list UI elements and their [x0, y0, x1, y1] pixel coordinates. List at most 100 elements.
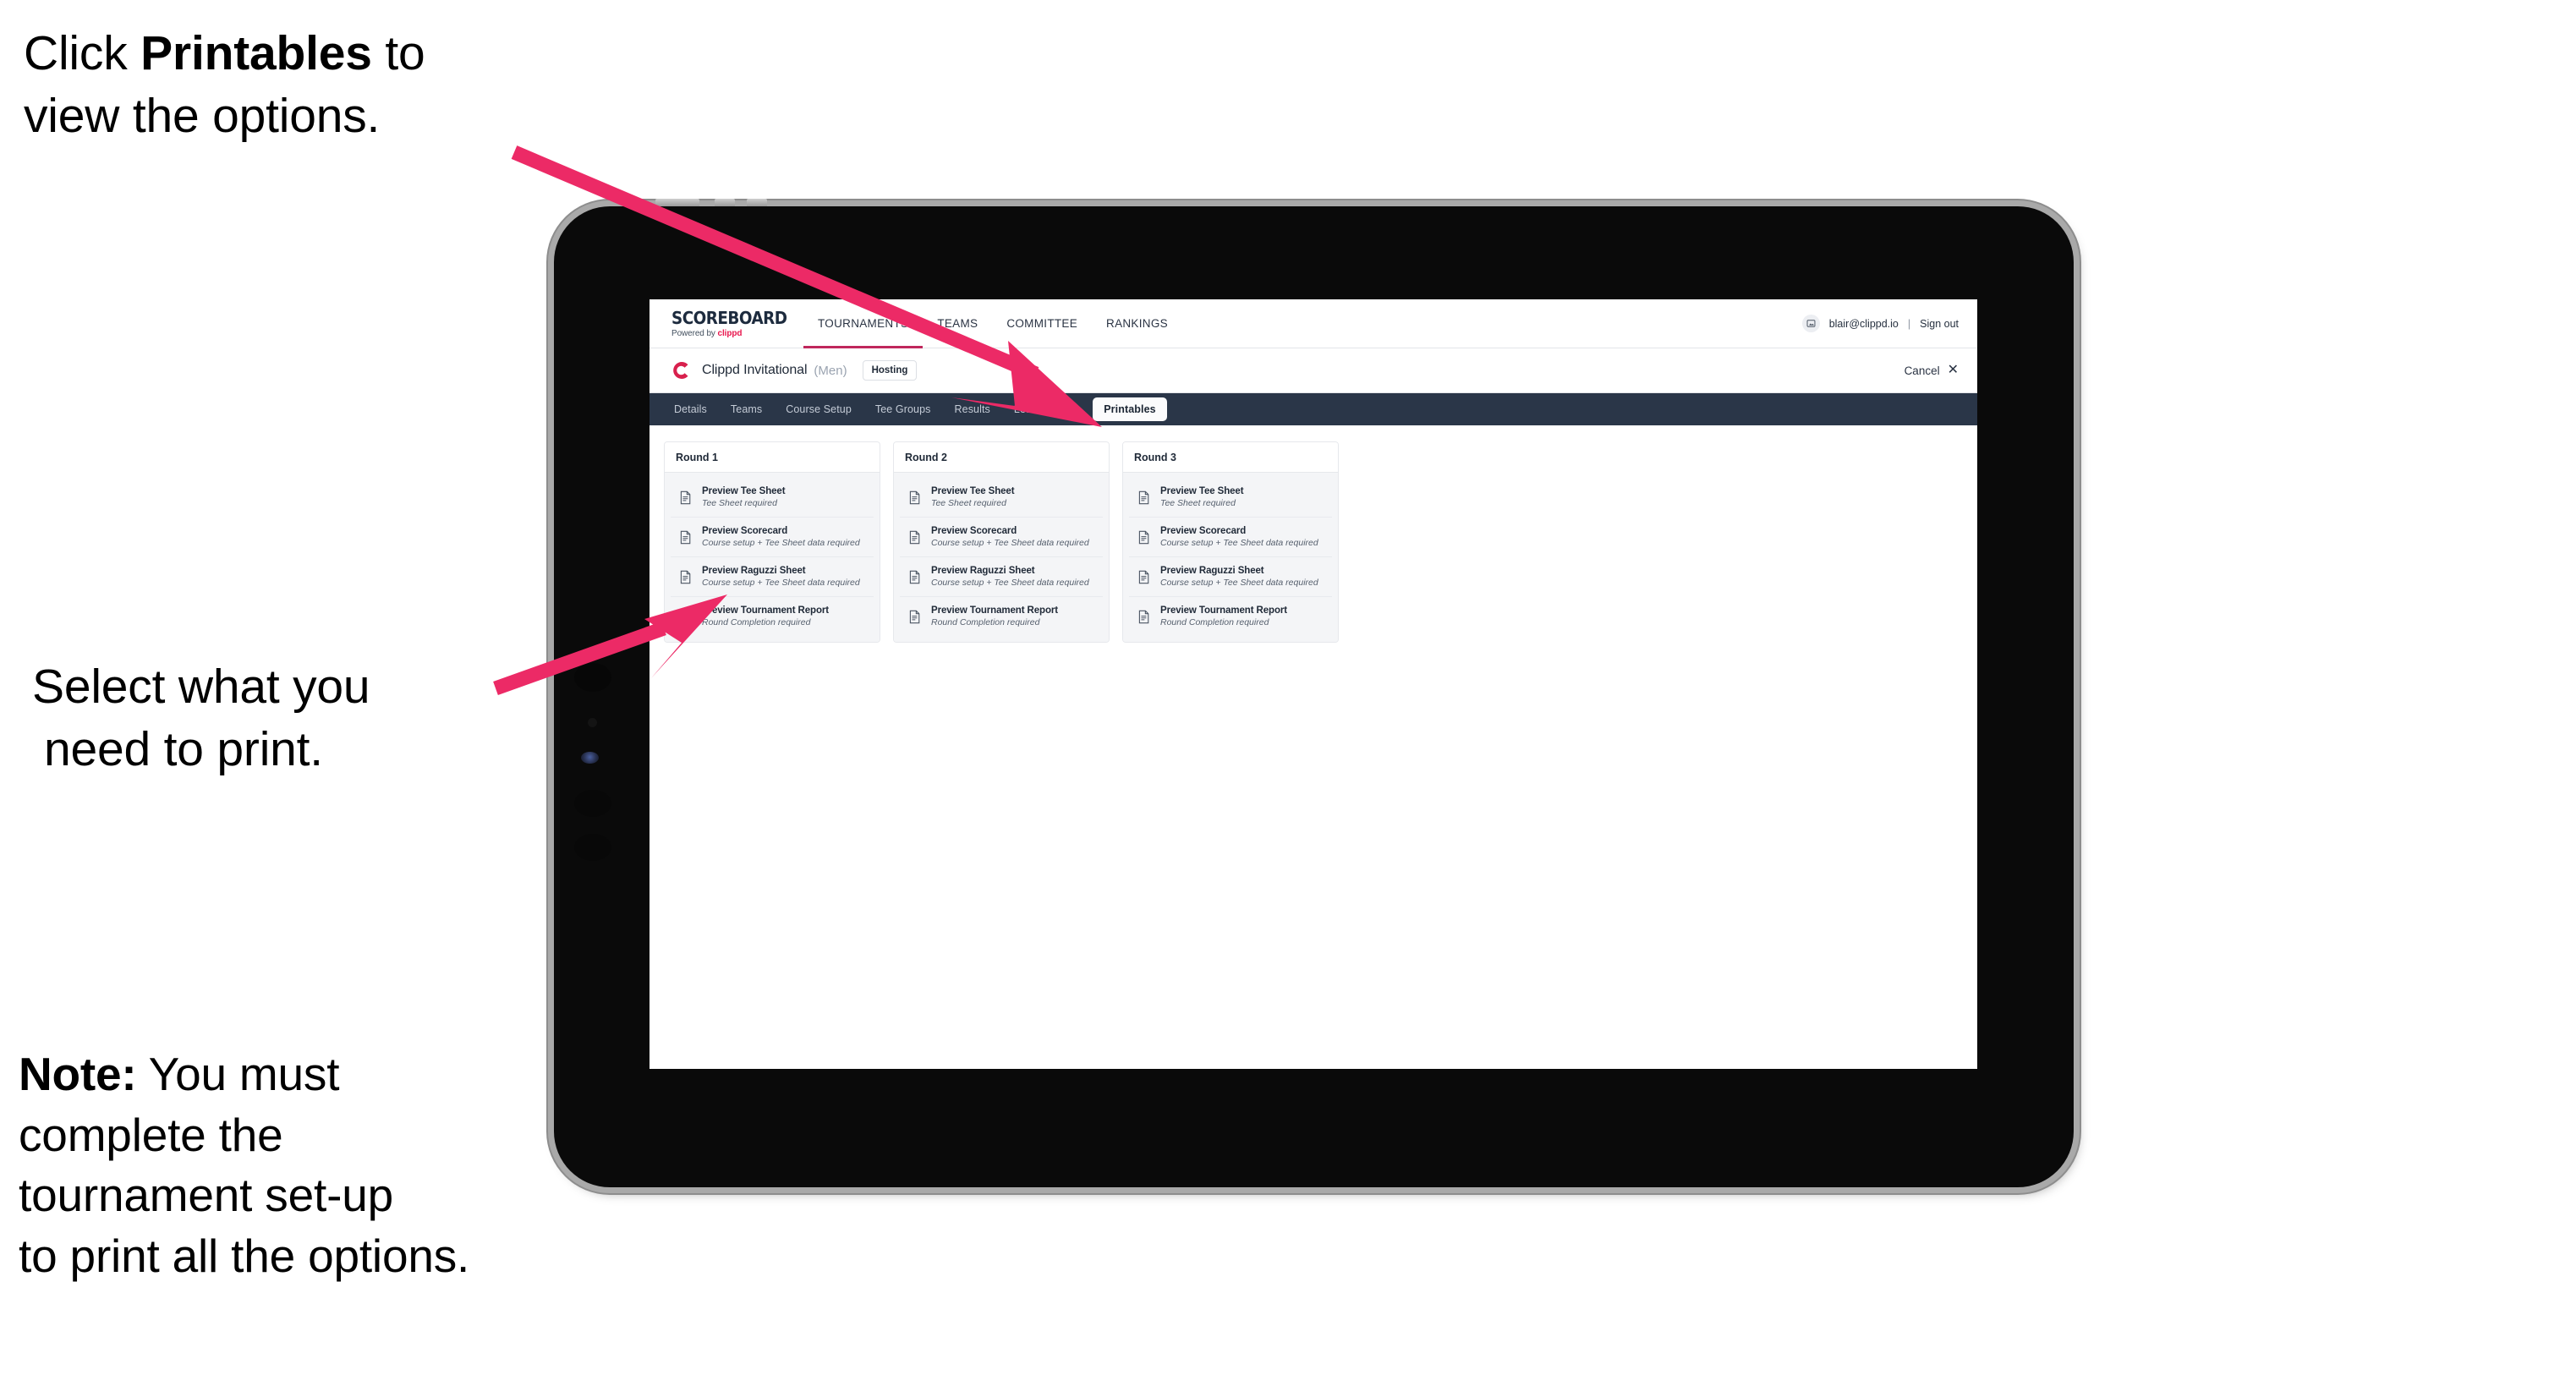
document-icon: [1137, 570, 1151, 584]
round-items: Preview Tee Sheet Tee Sheet required Pre…: [894, 473, 1109, 642]
printable-title: Preview Tee Sheet: [702, 486, 786, 496]
tab-results[interactable]: Results: [944, 397, 1001, 421]
tab-course-setup[interactable]: Course Setup: [775, 397, 863, 421]
printable-title: Preview Raguzzi Sheet: [1160, 566, 1264, 576]
printable-requirement: Course setup + Tee Sheet data required: [1160, 538, 1318, 548]
brand-title: SCOREBOARD: [671, 307, 787, 328]
account-separator: |: [1907, 317, 1911, 330]
callout-3-line2: complete the: [19, 1108, 283, 1161]
tablet-camera-icon: [574, 663, 611, 692]
document-icon: [1137, 490, 1151, 505]
section-tabs: Details Teams Course Setup Tee Groups Re…: [649, 393, 1977, 425]
document-icon: [907, 570, 922, 584]
tab-printables[interactable]: Printables: [1093, 397, 1167, 421]
printable-title: Preview Tournament Report: [702, 605, 830, 616]
callout-select-what-to-print: Select what you need to print.: [32, 655, 556, 781]
printable-item-scorecard[interactable]: Preview Scorecard Course setup + Tee She…: [1129, 518, 1332, 557]
printable-item-raguzzi-sheet[interactable]: Preview Raguzzi Sheet Course setup + Tee…: [900, 557, 1103, 597]
printable-title: Preview Tee Sheet: [1160, 486, 1244, 496]
app-header-bar: SCOREBOARD Powered by clippd TOURNAMENTS…: [649, 299, 1977, 348]
close-x-icon: ✕: [1947, 363, 1959, 377]
round-title: Round 2: [894, 442, 1109, 473]
document-icon: [678, 570, 693, 584]
clippd-c-logo-icon: [670, 359, 692, 381]
printable-item-tournament-report[interactable]: Preview Tournament Report Round Completi…: [1129, 597, 1332, 636]
printable-title: Preview Tee Sheet: [931, 486, 1015, 496]
callout-2-line2: need to print.: [44, 722, 323, 777]
cancel-label: Cancel: [1904, 364, 1940, 377]
nav-item-teams[interactable]: TEAMS: [923, 299, 992, 348]
document-icon: [678, 610, 693, 624]
printable-item-tee-sheet[interactable]: Preview Tee Sheet Tee Sheet required: [900, 478, 1103, 518]
printable-requirement: Tee Sheet required: [931, 498, 1006, 508]
nav-item-committee[interactable]: COMMITTEE: [992, 299, 1092, 348]
document-icon: [678, 530, 693, 545]
tab-teams[interactable]: Teams: [720, 397, 773, 421]
printable-requirement: Course setup + Tee Sheet data required: [931, 538, 1089, 548]
printable-item-tee-sheet[interactable]: Preview Tee Sheet Tee Sheet required: [1129, 478, 1332, 518]
printable-requirement: Course setup + Tee Sheet data required: [931, 578, 1089, 588]
powered-by-text: Powered by: [671, 328, 718, 338]
tablet-speaker-icon: [574, 790, 611, 817]
tablet-speaker-secondary-icon: [574, 834, 611, 861]
sign-out-link[interactable]: Sign out: [1920, 318, 1959, 330]
printable-title: Preview Scorecard: [702, 526, 788, 536]
printable-title: Preview Scorecard: [1160, 526, 1247, 536]
tablet-volume-up-button: [715, 199, 735, 206]
document-icon: [907, 530, 922, 545]
printable-title: Preview Tournament Report: [1160, 605, 1288, 616]
printable-title: Preview Scorecard: [931, 526, 1017, 536]
tablet-sensor-icon: [588, 718, 597, 727]
callout-click-printables: Click Printables to view the options.: [24, 22, 599, 147]
callout-1-suffix: to: [371, 26, 425, 80]
printable-item-scorecard[interactable]: Preview Scorecard Course setup + Tee She…: [900, 518, 1103, 557]
tablet-power-button: [655, 199, 699, 206]
round-column: Round 3 Preview Tee Sheet Tee Sheet requ…: [1122, 441, 1339, 643]
round-column: Round 2 Preview Tee Sheet Tee Sheet requ…: [893, 441, 1110, 643]
account-area: blair@clippd.io | Sign out: [1801, 299, 1977, 348]
document-icon: [907, 610, 922, 624]
printable-requirement: Round Completion required: [702, 617, 811, 627]
printable-requirement: Round Completion required: [1160, 617, 1269, 627]
printable-title: Preview Raguzzi Sheet: [702, 566, 806, 576]
scoreboard-logo[interactable]: SCOREBOARD Powered by clippd: [649, 299, 795, 348]
printable-item-tee-sheet[interactable]: Preview Tee Sheet Tee Sheet required: [671, 478, 874, 518]
printables-content: Round 1 Preview Tee Sheet Tee Sheet requ…: [649, 425, 1977, 659]
tab-details[interactable]: Details: [663, 397, 718, 421]
brand-subtitle: Powered by clippd: [671, 329, 795, 338]
callout-3-line4: to print all the options.: [19, 1229, 470, 1282]
callout-3-line1: You must: [136, 1048, 340, 1100]
tournament-context-bar: Clippd Invitational (Men) Hosting Cancel…: [649, 348, 1977, 393]
nav-item-tournaments[interactable]: TOURNAMENTS: [803, 299, 924, 348]
tournament-name: Clippd Invitational: [702, 363, 808, 377]
printable-requirement: Course setup + Tee Sheet data required: [702, 578, 860, 588]
cancel-button[interactable]: Cancel ✕: [1905, 364, 1959, 377]
nav-item-rankings[interactable]: RANKINGS: [1092, 299, 1182, 348]
printable-item-raguzzi-sheet[interactable]: Preview Raguzzi Sheet Course setup + Tee…: [671, 557, 874, 597]
tab-leaderboards[interactable]: Leaderboards: [1003, 397, 1091, 421]
printable-item-tournament-report[interactable]: Preview Tournament Report Round Completi…: [671, 597, 874, 636]
printable-requirement: Course setup + Tee Sheet data required: [1160, 578, 1318, 588]
printable-requirement: Tee Sheet required: [1160, 498, 1236, 508]
callout-1-bold: Printables: [140, 26, 372, 80]
document-icon: [678, 490, 693, 505]
avatar[interactable]: [1801, 315, 1820, 332]
printable-item-tournament-report[interactable]: Preview Tournament Report Round Completi…: [900, 597, 1103, 636]
printable-requirement: Round Completion required: [931, 617, 1040, 627]
printable-item-raguzzi-sheet[interactable]: Preview Raguzzi Sheet Course setup + Tee…: [1129, 557, 1332, 597]
clippd-brand-text: clippd: [717, 328, 743, 338]
callout-2-line1: Select what you: [32, 660, 370, 714]
round-title: Round 3: [1123, 442, 1338, 473]
document-icon: [1137, 610, 1151, 624]
round-items: Preview Tee Sheet Tee Sheet required Pre…: [1123, 473, 1338, 642]
tablet-device-mockup: SCOREBOARD Powered by clippd TOURNAMENTS…: [554, 199, 2074, 1187]
tablet-indicator-led-icon: [581, 752, 599, 764]
primary-navigation: TOURNAMENTS TEAMS COMMITTEE RANKINGS: [803, 299, 1182, 348]
callout-3-note-label: Note:: [19, 1048, 137, 1100]
tournament-gender: (Men): [814, 363, 847, 378]
tab-tee-groups[interactable]: Tee Groups: [864, 397, 942, 421]
round-items: Preview Tee Sheet Tee Sheet required Pre…: [665, 473, 880, 642]
user-avatar-icon: [1806, 320, 1816, 327]
document-icon: [1137, 530, 1151, 545]
printable-item-scorecard[interactable]: Preview Scorecard Course setup + Tee She…: [671, 518, 874, 557]
